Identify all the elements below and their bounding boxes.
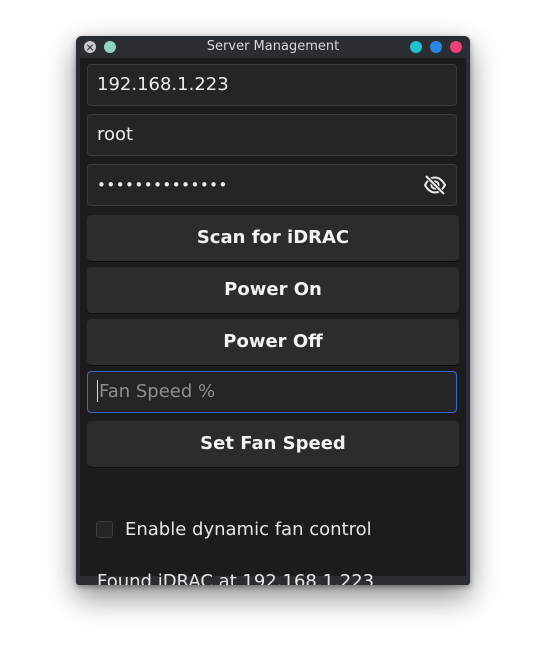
fan-speed-input[interactable]: Fan Speed % — [87, 371, 457, 413]
minimize-button[interactable] — [410, 41, 422, 53]
set-fan-speed-button[interactable]: Set Fan Speed — [87, 421, 459, 467]
status-message: Found iDRAC at 192.168.1.223 — [97, 571, 375, 585]
maximize-button[interactable] — [430, 41, 442, 53]
app-window: Server Management 192.168.1.223 root •••… — [76, 36, 470, 585]
host-input[interactable]: 192.168.1.223 — [87, 64, 457, 106]
title-bar[interactable]: Server Management — [76, 36, 470, 58]
main-panel: 192.168.1.223 root •••••••••••••• Scan f… — [80, 58, 466, 585]
password-input[interactable]: •••••••••••••• — [87, 164, 457, 206]
text-caret — [97, 380, 98, 402]
dynamic-fan-label[interactable]: Enable dynamic fan control — [125, 518, 372, 542]
password-input-value: •••••••••••••• — [97, 176, 228, 194]
power-off-button[interactable]: Power Off — [87, 319, 459, 365]
username-input[interactable]: root — [87, 114, 457, 156]
host-input-value: 192.168.1.223 — [97, 74, 229, 95]
dynamic-fan-checkbox[interactable] — [96, 521, 113, 538]
fan-speed-placeholder: Fan Speed % — [99, 381, 216, 402]
scan-idrac-button[interactable]: Scan for iDRAC — [87, 215, 459, 261]
username-input-value: root — [97, 124, 134, 145]
power-on-button[interactable]: Power On — [87, 267, 459, 313]
close-button[interactable] — [450, 41, 462, 53]
eye-slash-icon[interactable] — [423, 174, 447, 196]
